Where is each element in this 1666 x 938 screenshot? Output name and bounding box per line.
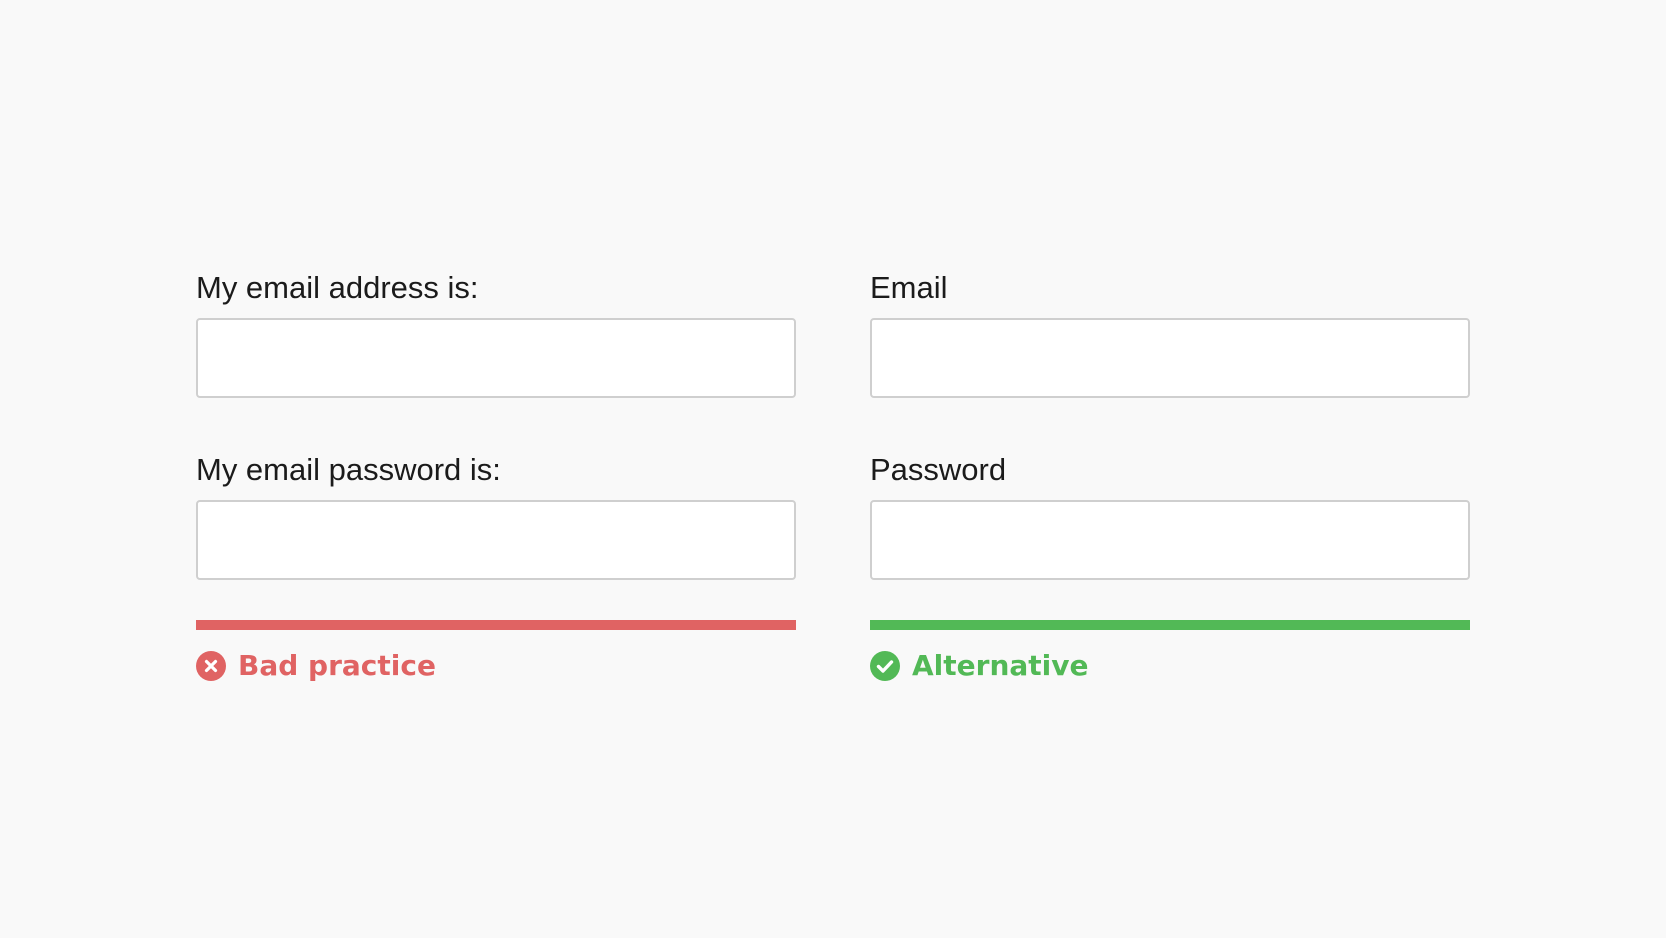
bad-email-field-group: My email address is: — [196, 270, 796, 398]
alternative-panel: Email Password Alternative — [870, 270, 1470, 684]
good-password-label: Password — [870, 452, 1007, 487]
bad-email-label: My email address is: — [196, 270, 479, 305]
alternative-text: Alternative — [912, 649, 1089, 682]
alternative-bar — [870, 620, 1470, 630]
bad-email-input[interactable] — [196, 318, 796, 398]
good-email-input[interactable] — [870, 318, 1470, 398]
good-password-field-group: Password — [870, 452, 1470, 580]
bad-practice-text: Bad practice — [238, 649, 436, 682]
good-email-label: Email — [870, 270, 948, 305]
check-icon — [870, 651, 900, 681]
bad-password-field-group: My email password is: — [196, 452, 796, 580]
good-password-input[interactable] — [870, 500, 1470, 580]
bad-practice-verdict: Bad practice — [196, 648, 796, 684]
alternative-verdict: Alternative — [870, 648, 1470, 684]
error-x-icon — [196, 651, 226, 681]
bad-password-label: My email password is: — [196, 452, 501, 487]
bad-practice-bar — [196, 620, 796, 630]
comparison: My email address is: My email password i… — [196, 270, 1470, 684]
good-email-field-group: Email — [870, 270, 1470, 398]
bad-password-input[interactable] — [196, 500, 796, 580]
bad-practice-panel: My email address is: My email password i… — [196, 270, 796, 684]
